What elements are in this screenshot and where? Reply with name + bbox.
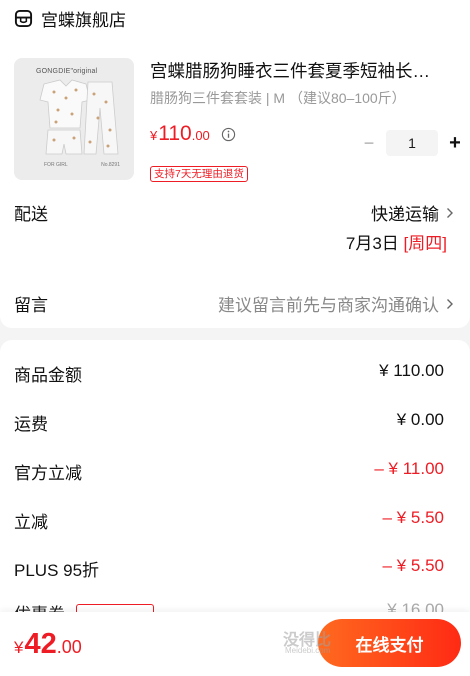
- price-row-value: – ¥ 5.50: [382, 556, 444, 575]
- return-policy-badge: 支持7天无理由退货: [150, 166, 248, 182]
- delivery-weekday: [周四]: [403, 234, 447, 253]
- thumbnail-caption: FOR GIRL: [44, 162, 68, 168]
- price-integer: 110: [158, 122, 192, 145]
- product-spec[interactable]: 腊肠狗三件套套装 | M （建议80–100斤）: [150, 88, 406, 108]
- product-title[interactable]: 宫蝶腊肠狗睡衣三件套夏季短袖长…: [150, 58, 455, 83]
- order-card: 宫蝶旗舰店 GONGDIE"original FOR GIRL No.8291 …: [0, 0, 470, 328]
- storefront-icon: [14, 9, 33, 27]
- delivery-label: 配送: [14, 205, 48, 224]
- product-thumbnail[interactable]: GONGDIE"original FOR GIRL No.8291: [14, 58, 134, 180]
- price-row-value: – ¥ 11.00: [374, 459, 444, 478]
- message-field[interactable]: 建议留言前先与商家沟通确认: [218, 291, 454, 316]
- price-row-label: 官方立减: [14, 464, 82, 483]
- shop-header[interactable]: 宫蝶旗舰店: [14, 6, 126, 30]
- checkout-bar: ¥ 42 .00 在线支付: [0, 612, 470, 676]
- price-row-label: 商品金额: [14, 366, 82, 385]
- price-row-label: PLUS 95折: [14, 561, 100, 580]
- watermark-url: Meidebi.com: [285, 646, 331, 655]
- delivery-method-selector[interactable]: 快递运输: [371, 200, 454, 225]
- price-row-value: ¥ 110.00: [379, 361, 444, 380]
- price-currency: ¥: [150, 128, 158, 143]
- info-icon[interactable]: [221, 127, 236, 142]
- decrease-quantity-button[interactable]: −: [356, 130, 382, 156]
- total-integer: 42: [24, 628, 57, 660]
- price-row-value: ¥ 0.00: [396, 410, 444, 429]
- total-decimal: .00: [56, 637, 82, 657]
- price-row-label: 运费: [14, 415, 48, 434]
- chevron-right-icon: [447, 207, 453, 218]
- total-currency: ¥: [14, 638, 24, 657]
- chevron-right-icon: [447, 298, 453, 309]
- message-placeholder: 建议留言前先与商家沟通确认: [218, 296, 439, 315]
- quantity-stepper: − 1 +: [356, 130, 468, 156]
- delivery-date: 7月3日 [周四]: [346, 229, 447, 254]
- delivery-method: 快递运输: [371, 205, 439, 224]
- shop-name: 宫蝶旗舰店: [41, 10, 126, 30]
- price-decimal: .00: [191, 128, 210, 143]
- product-price: ¥ 110 .00: [150, 122, 210, 146]
- total-price: ¥ 42 .00: [14, 628, 82, 661]
- increase-quantity-button[interactable]: +: [442, 130, 468, 156]
- price-row-label: 立减: [14, 513, 48, 532]
- quantity-input[interactable]: 1: [386, 130, 438, 156]
- price-row-value: – ¥ 5.50: [382, 508, 444, 527]
- pay-online-button[interactable]: 在线支付: [318, 619, 461, 667]
- message-label: 留言: [14, 296, 48, 315]
- thumbnail-code: No.8291: [101, 162, 120, 168]
- delivery-date-text: 7月3日: [345, 234, 399, 253]
